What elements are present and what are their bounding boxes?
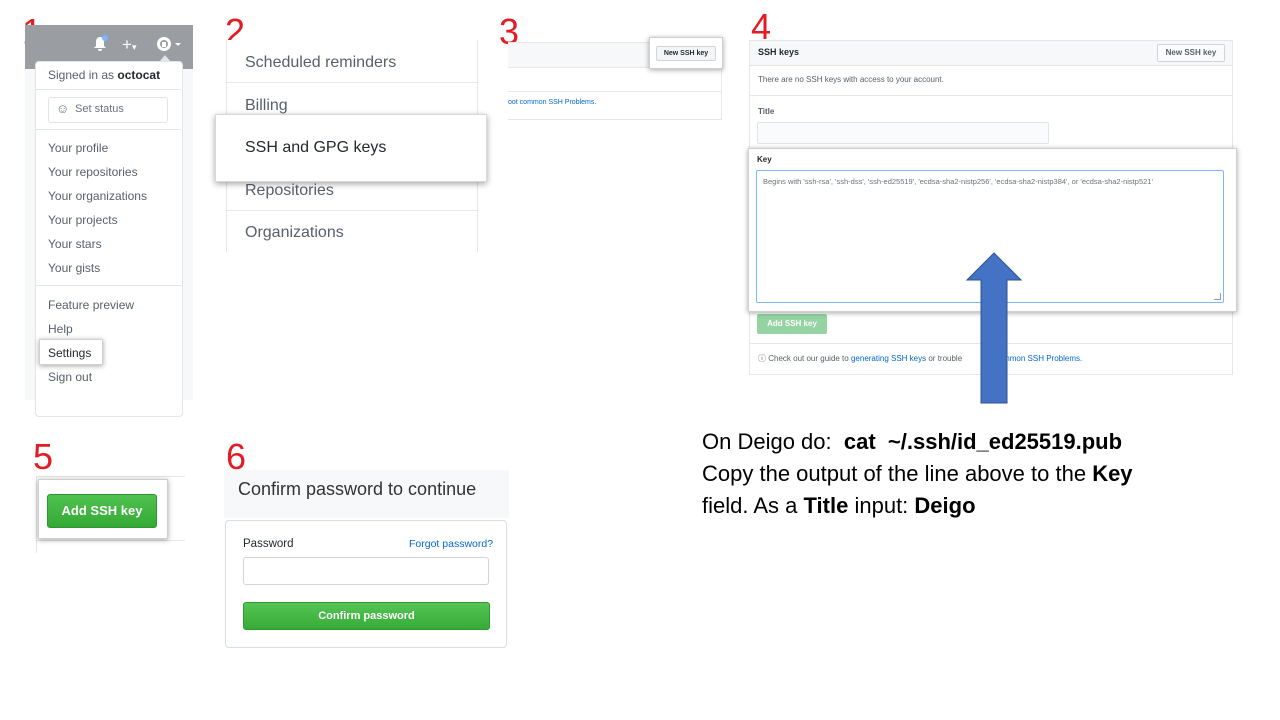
step-number-5: 5 xyxy=(33,436,54,477)
menu-item-your-stars[interactable]: Your stars xyxy=(48,237,102,251)
divider xyxy=(35,129,181,130)
confirm-password-panel: Confirm password to continue Password Fo… xyxy=(224,470,509,650)
new-ssh-key-highlight: New SSH key xyxy=(649,37,723,69)
sidebar-item-label: SSH and GPG keys xyxy=(245,139,387,156)
divider xyxy=(35,285,181,286)
add-ssh-key-button-disabled[interactable]: Add SSH key xyxy=(757,314,827,334)
generating-ssh-keys-link[interactable]: generating SSH keys xyxy=(851,354,926,363)
password-form: Password Forgot password? Confirm passwo… xyxy=(225,520,507,648)
menu-item-your-projects[interactable]: Your projects xyxy=(48,213,118,227)
add-ssh-key-highlight: Add SSH key xyxy=(38,479,168,539)
title-label: Title xyxy=(758,107,775,116)
instruction-line-1: On Deigo do: cat ~/.ssh/id_ed25519.pub xyxy=(702,426,1133,458)
resize-handle[interactable] xyxy=(1214,293,1221,300)
menu-item-sign-out[interactable]: Sign out xyxy=(48,370,92,384)
menu-item-feature-preview[interactable]: Feature preview xyxy=(48,298,134,312)
key-label: Key xyxy=(757,155,772,164)
sidebar-item-organizations[interactable]: Organizations xyxy=(245,224,344,242)
divider xyxy=(227,210,477,211)
instruction-text: Copy the output of the line above to the xyxy=(702,461,1087,486)
set-status-button[interactable]: ☺ Set status xyxy=(48,97,168,123)
ssh-guide-footer: ⓘ Check out our guide to generating SSH … xyxy=(758,353,1082,364)
question-icon: ⓘ xyxy=(758,354,766,363)
menu-item-your-profile[interactable]: Your profile xyxy=(48,141,108,155)
username: octocat xyxy=(117,68,161,82)
menu-item-help[interactable]: Help xyxy=(48,322,73,336)
sidebar-item-billing[interactable]: Billing xyxy=(245,97,288,115)
divider xyxy=(508,91,721,92)
up-arrow-icon xyxy=(966,252,1022,404)
footer-mid: or trouble xyxy=(928,354,963,363)
deigo-word: Deigo xyxy=(914,493,976,518)
divider xyxy=(37,540,185,541)
instruction-text: field. As a xyxy=(702,493,798,518)
divider xyxy=(750,95,1232,96)
ssh-problems-link[interactable]: oot common SSH Problems. xyxy=(508,99,596,106)
menu-item-your-repositories[interactable]: Your repositories xyxy=(48,165,138,179)
forgot-password-link[interactable]: Forgot password? xyxy=(409,538,493,550)
instructions: On Deigo do: cat ~/.ssh/id_ed25519.pub C… xyxy=(702,426,1133,522)
instruction-line-2: Copy the output of the line above to the… xyxy=(702,458,1133,490)
sidebar-item-scheduled-reminders[interactable]: Scheduled reminders xyxy=(245,54,396,72)
user-dropdown-panel: +▾ Signed in as octocat ☺ Set status You… xyxy=(25,25,193,417)
smiley-icon: ☺ xyxy=(56,101,70,116)
menu-item-your-gists[interactable]: Your gists xyxy=(48,261,100,275)
sidebar-item-ssh-gpg-keys[interactable]: SSH and GPG keys xyxy=(215,114,487,182)
notification-dot xyxy=(102,35,108,41)
title-input[interactable] xyxy=(757,122,1049,144)
key-word: Key xyxy=(1092,461,1133,486)
panel-header: SSH keys New SSH key xyxy=(750,41,1232,66)
panel-title: SSH keys xyxy=(758,47,800,57)
confirm-heading: Confirm password to continue xyxy=(238,479,477,499)
new-ssh-key-button[interactable]: New SSH key xyxy=(656,46,716,61)
command-text: cat ~/.ssh/id_ed25519.pub xyxy=(843,429,1123,454)
sidebar-item-repositories[interactable]: Repositories xyxy=(245,182,334,200)
key-placeholder: Begins with 'ssh-rsa', 'ssh-dss', 'ssh-e… xyxy=(763,177,1153,186)
password-label: Password xyxy=(243,538,294,550)
plus-icon[interactable]: +▾ xyxy=(122,35,136,55)
add-ssh-key-button[interactable]: Add SSH key xyxy=(47,494,157,528)
menu-item-settings[interactable]: Settings xyxy=(48,346,91,360)
title-word: Title xyxy=(803,493,849,518)
new-ssh-key-button[interactable]: New SSH key xyxy=(1157,44,1225,62)
set-status-label: Set status xyxy=(75,103,124,115)
avatar-icon[interactable] xyxy=(156,36,182,56)
instruction-text: input: xyxy=(854,493,909,518)
confirm-password-button[interactable]: Confirm password xyxy=(243,602,490,630)
password-input[interactable] xyxy=(243,557,489,585)
menu-item-your-organizations[interactable]: Your organizations xyxy=(48,189,147,203)
divider xyxy=(35,89,181,90)
instruction-line-3: field. As a Title input: Deigo xyxy=(702,490,1133,522)
divider xyxy=(227,82,477,83)
signed-in-text: Signed in as octocat xyxy=(48,68,160,82)
footer-prefix: Check out our guide to xyxy=(768,354,849,363)
instruction-prefix: On Deigo do: xyxy=(702,429,832,454)
empty-keys-message: There are no SSH keys with access to you… xyxy=(758,75,944,84)
divider xyxy=(37,476,185,477)
signed-in-prefix: Signed in as xyxy=(48,68,115,82)
